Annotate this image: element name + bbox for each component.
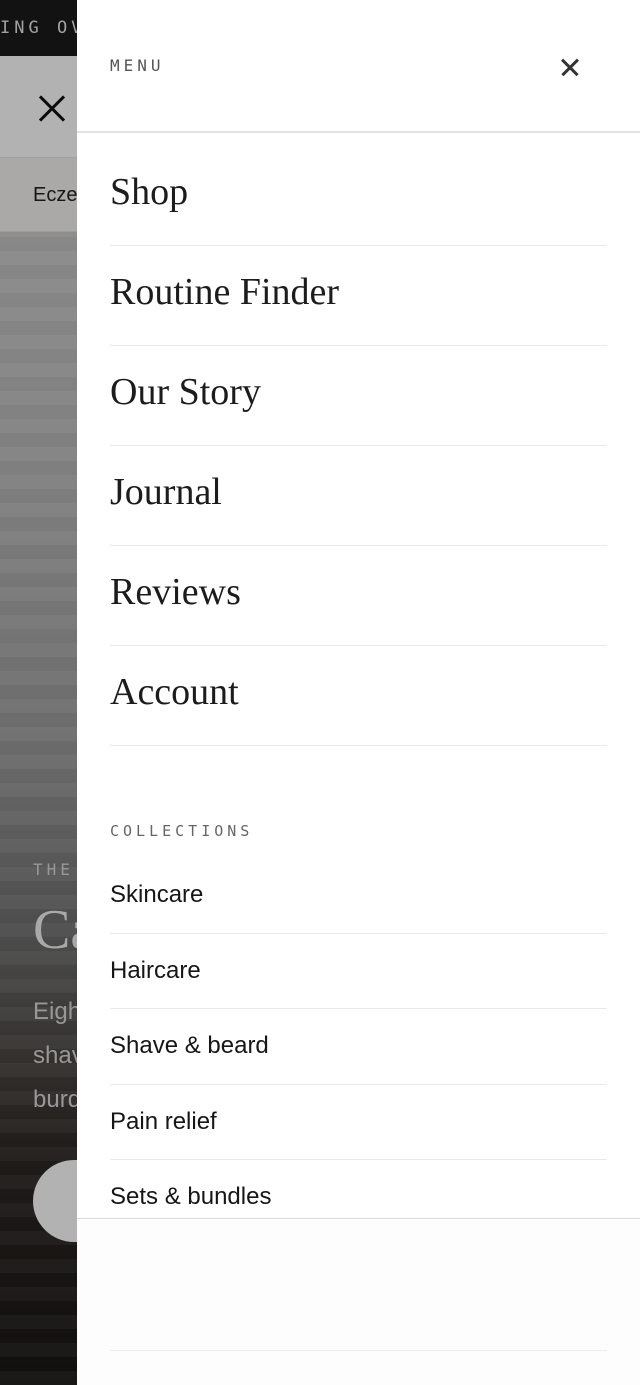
drawer-title: MENU (110, 56, 165, 75)
collection-item-skincare[interactable]: Skincare (110, 858, 607, 934)
drawer-footer (77, 1219, 640, 1385)
nav-item-journal[interactable]: Journal (110, 446, 607, 546)
nav-item-routine-finder[interactable]: Routine Finder (110, 246, 607, 346)
collection-item-sets-bundles[interactable]: Sets & bundles (110, 1160, 607, 1218)
drawer-header: MENU (77, 0, 640, 133)
collections-list: Skincare Haircare Shave & beard Pain rel… (110, 858, 607, 1218)
collection-item-shave-beard[interactable]: Shave & beard (110, 1009, 607, 1085)
nav-item-our-story[interactable]: Our Story (110, 346, 607, 446)
primary-nav: Shop Routine Finder Our Story Journal Re… (110, 146, 607, 746)
collections-heading: COLLECTIONS (110, 822, 254, 840)
collection-item-pain-relief[interactable]: Pain relief (110, 1085, 607, 1160)
close-icon[interactable] (559, 56, 581, 78)
nav-item-account[interactable]: Account (110, 646, 607, 746)
nav-item-reviews[interactable]: Reviews (110, 546, 607, 646)
collection-item-haircare[interactable]: Haircare (110, 934, 607, 1009)
footer-divider (110, 1350, 607, 1351)
menu-drawer: MENU Shop Routine Finder Our Story Journ… (77, 0, 640, 1385)
nav-item-shop[interactable]: Shop (110, 146, 607, 246)
